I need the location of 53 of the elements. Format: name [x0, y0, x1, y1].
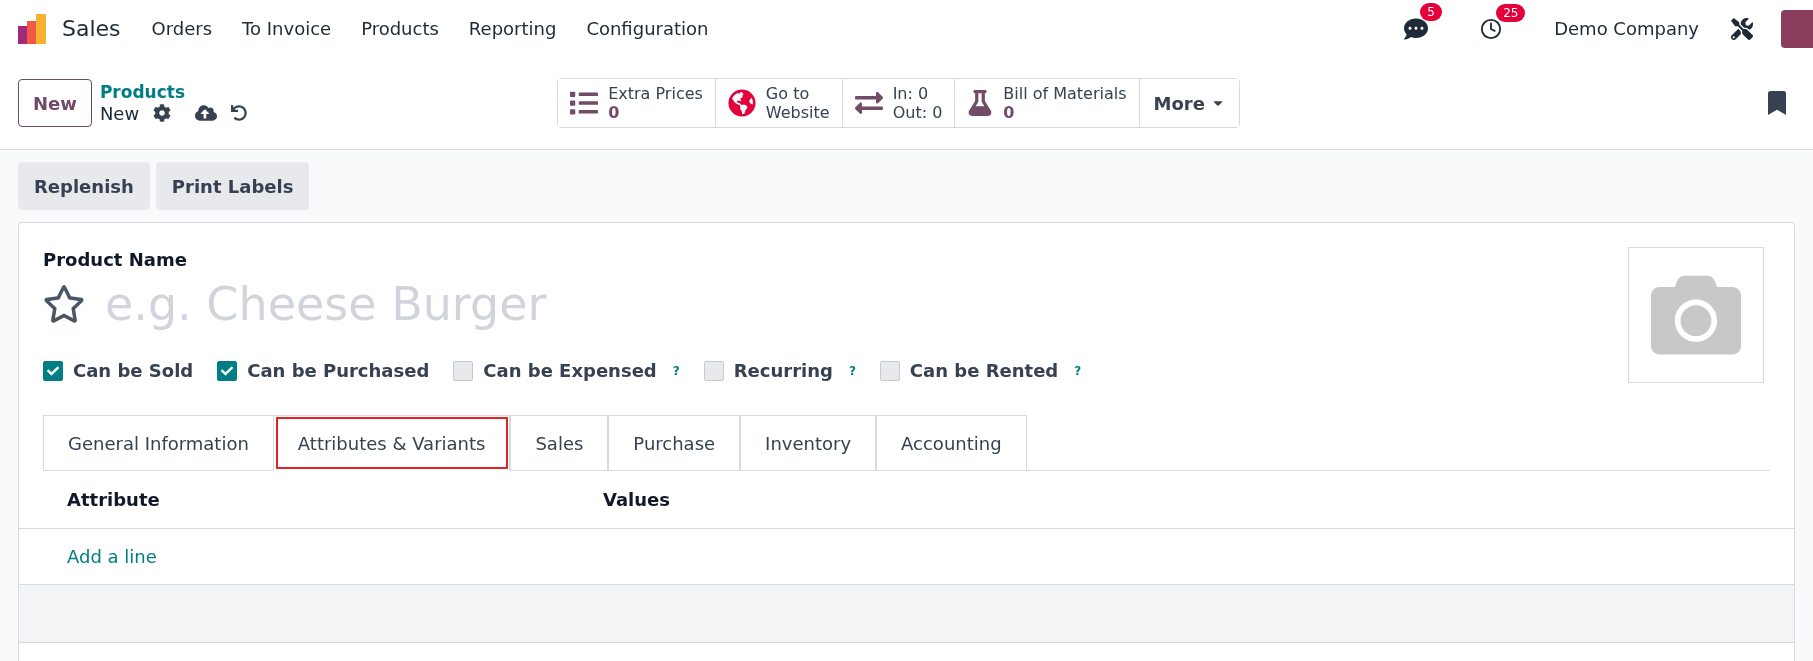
check-icon [221, 364, 234, 377]
settings-icon[interactable] [153, 104, 172, 122]
stat-button[interactable]: Extra Prices 0 [558, 79, 716, 127]
tab[interactable]: General Information [43, 415, 274, 471]
menu-item[interactable]: To Invoice [227, 18, 347, 39]
add-line-link[interactable]: Add a line [67, 546, 157, 567]
checkbox[interactable] [43, 360, 63, 381]
checkbox-label: Can be Sold [73, 360, 194, 381]
tools-icon[interactable] [1731, 17, 1753, 40]
checkbox[interactable] [703, 360, 724, 381]
list-icon [570, 89, 599, 117]
menu-item[interactable]: Configuration [571, 18, 724, 39]
breadcrumb-link[interactable]: Products [99, 82, 248, 102]
field-label: Product Name [43, 249, 188, 270]
app-name[interactable]: Sales [62, 16, 121, 41]
menu-item[interactable]: Products [346, 18, 454, 39]
column-header: Values [603, 489, 671, 510]
tab[interactable]: Inventory [740, 415, 877, 471]
action-button[interactable]: Replenish [18, 162, 150, 210]
tab[interactable]: Accounting [876, 415, 1027, 471]
tab[interactable]: Sales [510, 415, 609, 471]
avatar[interactable] [1781, 9, 1813, 48]
menu-item[interactable]: Orders [136, 18, 228, 39]
help-tooltip[interactable]: ? [1074, 363, 1082, 378]
flask-icon [967, 90, 994, 116]
star-icon[interactable] [43, 283, 85, 325]
help-tooltip[interactable]: ? [848, 363, 856, 378]
undo-icon[interactable] [231, 105, 248, 121]
arrows-icon [854, 89, 883, 117]
checkbox[interactable] [879, 360, 900, 381]
check-icon [47, 364, 59, 377]
globe-icon [727, 89, 756, 117]
bookmark-icon[interactable] [1765, 91, 1789, 115]
checkbox-label: Can be Expensed [483, 360, 657, 381]
message-count: 5 [1420, 2, 1442, 21]
clock-icon[interactable] [1480, 17, 1503, 40]
menu-item[interactable]: Reporting [453, 18, 572, 39]
company-name[interactable]: Demo Company [1554, 18, 1699, 39]
checkbox-label: Can be Purchased [247, 360, 430, 381]
tab[interactable]: Purchase [608, 415, 741, 471]
checkbox[interactable] [453, 360, 474, 381]
checkbox-label: Recurring [733, 360, 833, 381]
cloud-upload-icon[interactable] [195, 102, 218, 124]
activity-count: 25 [1496, 3, 1526, 22]
action-button[interactable]: Print Labels [155, 162, 310, 210]
record-name: New [99, 102, 140, 124]
new-button[interactable]: New [18, 79, 92, 127]
tab[interactable]: Attributes & Variants [273, 415, 511, 471]
checkbox[interactable] [217, 360, 238, 381]
checkbox-label: Can be Rented [909, 360, 1059, 381]
column-header: Attribute [67, 489, 161, 510]
chat-icon[interactable] [1404, 16, 1429, 41]
help-tooltip[interactable]: ? [672, 363, 680, 378]
